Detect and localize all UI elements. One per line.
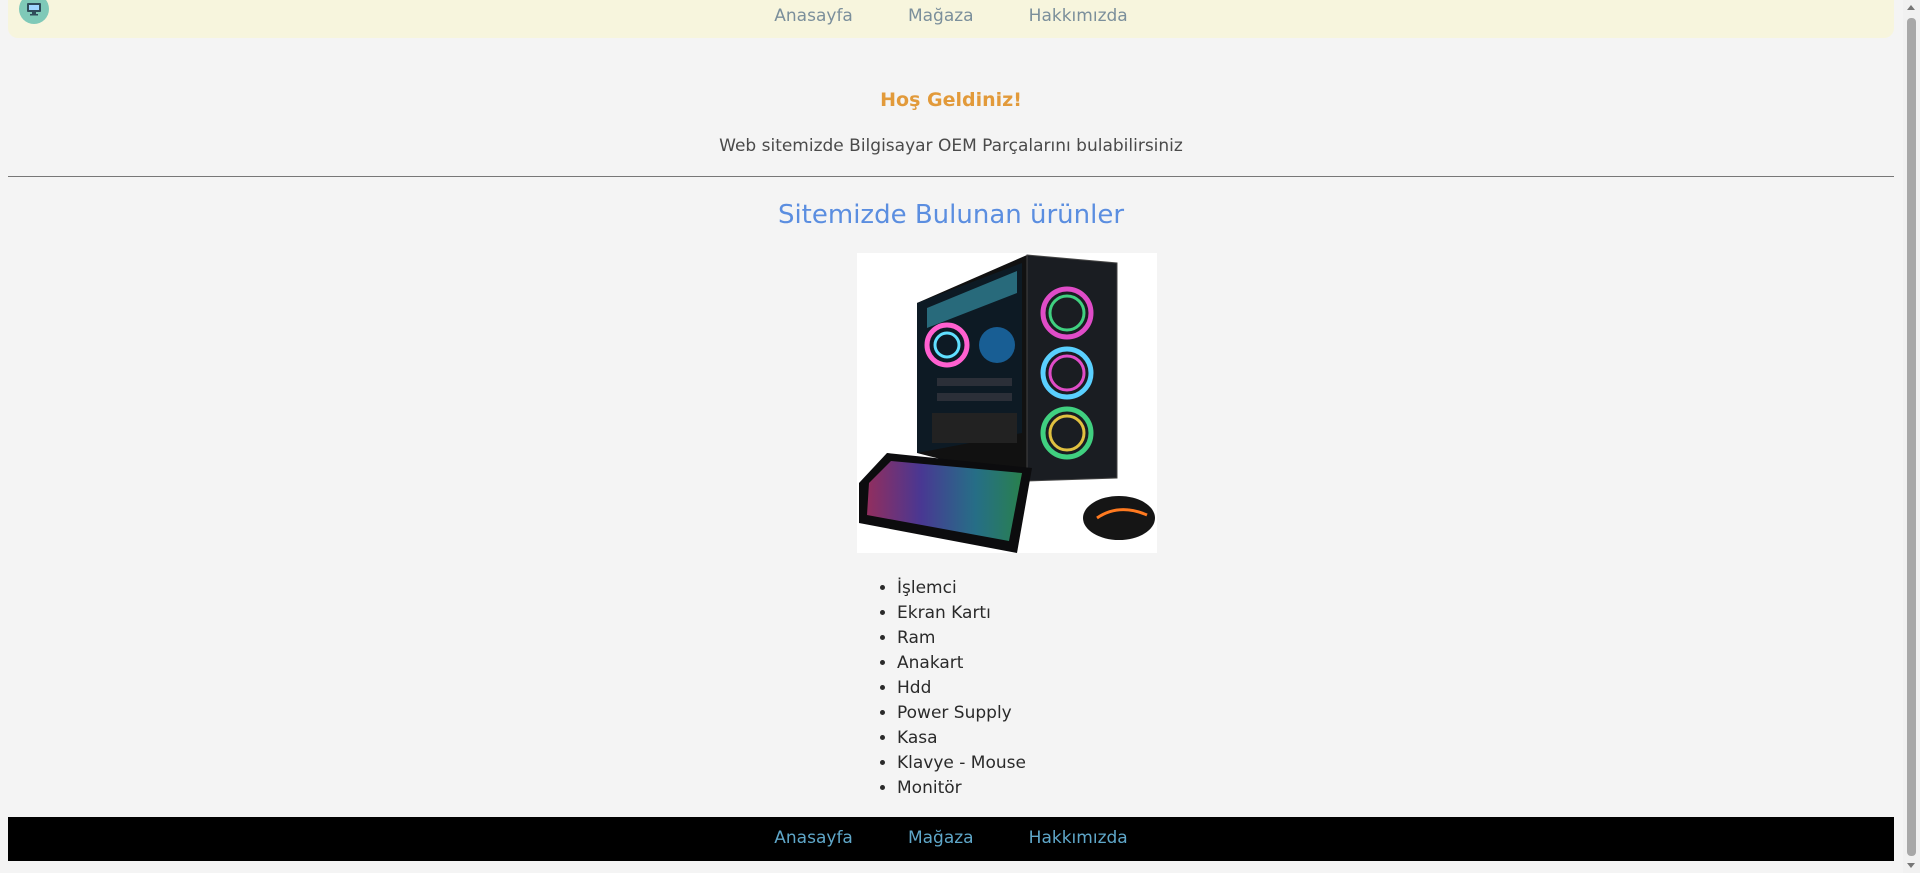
footer-link-hakkimizda[interactable]: Hakkımızda bbox=[1029, 828, 1128, 848]
scroll-thumb[interactable] bbox=[1907, 18, 1916, 856]
list-item: Power Supply bbox=[897, 701, 1026, 726]
vertical-scrollbar[interactable] bbox=[1903, 0, 1920, 873]
list-item: İşlemci bbox=[897, 576, 1026, 601]
footer-link-anasayfa[interactable]: Anasayfa bbox=[774, 828, 853, 848]
list-item: Ekran Kartı bbox=[897, 601, 1026, 626]
scroll-up-icon[interactable] bbox=[1907, 5, 1915, 10]
footer: Anasayfa Mağaza Hakkımızda bbox=[8, 817, 1894, 861]
page: Anasayfa Mağaza Hakkımızda Hoş Geldiniz!… bbox=[8, 0, 1894, 873]
nav-link-anasayfa[interactable]: Anasayfa bbox=[774, 6, 853, 26]
nav-link-hakkimizda[interactable]: Hakkımızda bbox=[1029, 6, 1128, 26]
product-list: İşlemci Ekran Kartı Ram Anakart Hdd Powe… bbox=[897, 576, 1026, 801]
scroll-down-icon[interactable] bbox=[1907, 863, 1915, 868]
footer-link-magaza[interactable]: Mağaza bbox=[908, 828, 974, 848]
footer-links: Anasayfa Mağaza Hakkımızda bbox=[8, 828, 1894, 848]
list-item: Anakart bbox=[897, 651, 1026, 676]
welcome-title: Hoş Geldiniz! bbox=[880, 89, 1022, 111]
divider bbox=[8, 176, 1894, 177]
list-item: Klavye - Mouse bbox=[897, 751, 1026, 776]
list-item: Ram bbox=[897, 626, 1026, 651]
gaming-pc-icon bbox=[857, 253, 1157, 553]
top-navbar: Anasayfa Mağaza Hakkımızda bbox=[8, 0, 1894, 38]
list-item: Kasa bbox=[897, 726, 1026, 751]
nav-link-magaza[interactable]: Mağaza bbox=[908, 6, 974, 26]
products-heading: Sitemizde Bulunan ürünler bbox=[777, 200, 1125, 230]
nav-links: Anasayfa Mağaza Hakkımızda bbox=[8, 6, 1894, 26]
list-item: Hdd bbox=[897, 676, 1026, 701]
welcome-subtitle: Web sitemizde Bilgisayar OEM Parçalarını… bbox=[719, 136, 1183, 156]
list-item: Monitör bbox=[897, 776, 1026, 801]
